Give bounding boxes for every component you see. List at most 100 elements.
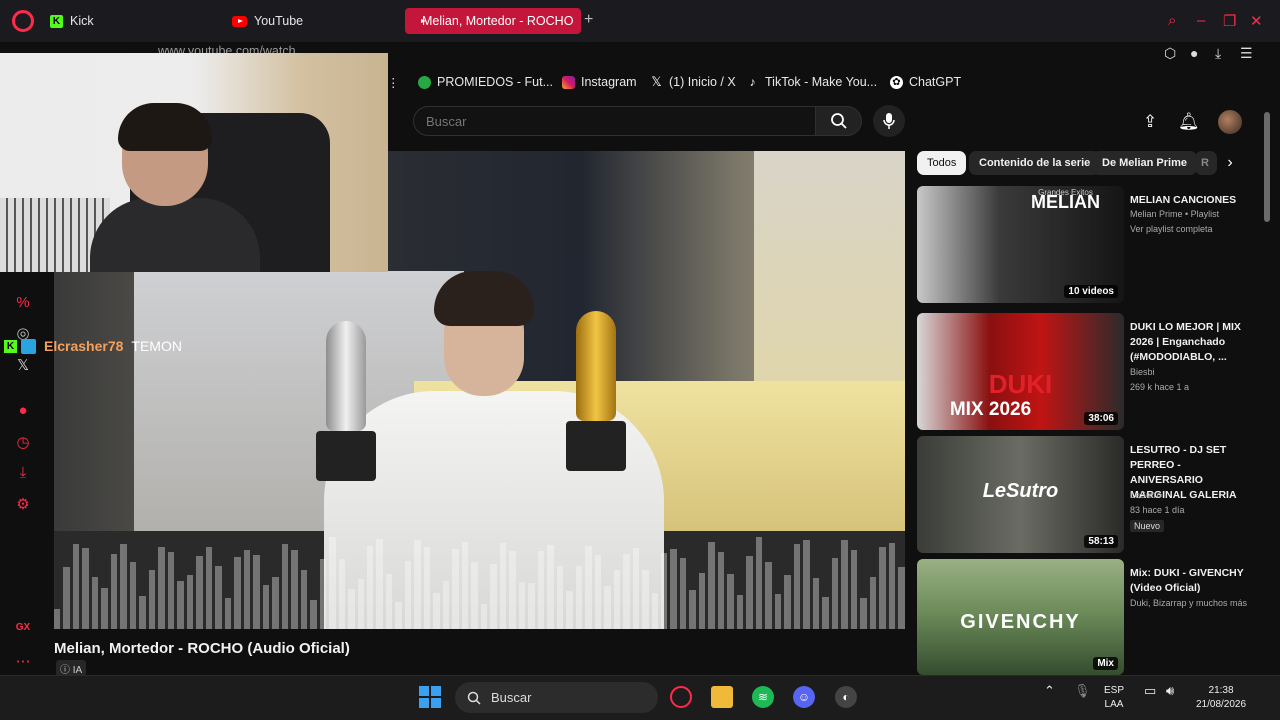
playlist-link[interactable]: Ver playlist completa	[1130, 224, 1255, 234]
recommendation-item[interactable]: DUKI MIX 2026 38:06 DUKI LO MEJOR | MIX …	[917, 313, 1257, 431]
recommendation-item[interactable]: LeSutro 58:13 LESUTRO - DJ SET PERREO - …	[917, 436, 1257, 554]
recommendation-item[interactable]: GIVENCHY Mix Mix: DUKI - GIVENCHY (Video…	[917, 559, 1257, 677]
app-icon[interactable]: ◐	[835, 686, 857, 708]
visualizer-bar	[850, 550, 858, 629]
microphone-icon	[883, 113, 895, 129]
visualizer-bar	[803, 540, 810, 629]
new-tab-button[interactable]: +	[584, 11, 593, 29]
chip-partial[interactable]: R	[1195, 151, 1217, 175]
recommendation-title[interactable]: DUKI LO MEJOR | MIX 2026 | Enganchado (#…	[1130, 320, 1255, 365]
visualizer-bar	[812, 577, 820, 629]
visualizer-bar	[898, 566, 905, 629]
chat-message-text: TEMON	[131, 338, 182, 354]
discord-icon[interactable]: ☺	[793, 686, 815, 708]
x-icon: 𝕏	[651, 74, 662, 89]
file-explorer-icon[interactable]	[711, 686, 733, 708]
visualizer-bar	[698, 572, 706, 629]
network-icon[interactable]: ▭	[1144, 684, 1156, 698]
youtube-search-button[interactable]	[815, 106, 862, 136]
extensions-icon[interactable]: ⬡	[1164, 45, 1176, 62]
tab-kick[interactable]: K Kick	[40, 8, 220, 34]
spotify-icon[interactable]: ≋	[752, 686, 774, 708]
minimize-icon[interactable]: –	[1197, 12, 1205, 29]
search-icon	[467, 691, 481, 705]
visualizer-bar	[831, 557, 839, 629]
visualizer-bar	[423, 547, 431, 629]
tab-youtube[interactable]: YouTube	[222, 8, 402, 34]
language-indicator[interactable]: ESP LAA	[1104, 684, 1124, 712]
bookmark-promiedos[interactable]: PROMIEDOS - Fut...	[418, 75, 553, 89]
silver-figure	[326, 321, 366, 431]
video-thumbnail[interactable]: Grandes Exitos MELIAN 10 videos	[917, 186, 1124, 303]
video-thumbnail[interactable]: DUKI MIX 2026 38:06	[917, 313, 1124, 430]
opera-gx-taskbar-icon[interactable]	[670, 686, 692, 708]
notifications-bell-icon[interactable]: 🔔︎	[1178, 112, 1200, 132]
opera-logo-icon[interactable]	[12, 10, 34, 32]
youtube-search-box[interactable]	[413, 106, 815, 136]
recommendation-title[interactable]: MELIAN CANCIONES	[1130, 193, 1255, 208]
close-icon[interactable]: ✕	[1250, 12, 1263, 30]
bookmark-label: Instagram	[581, 75, 637, 89]
visualizer-bar	[499, 543, 507, 629]
thumbnail-text: MELIAN	[1031, 192, 1100, 212]
settings-icon[interactable]: ⚙	[14, 495, 32, 513]
tab-label: Kick	[70, 14, 94, 28]
tab-active-video[interactable]: Melian, Mortedor - ROCHO	[405, 8, 581, 34]
taskbar-search[interactable]: Buscar	[455, 682, 658, 713]
chevron-right-icon[interactable]: ›	[1218, 151, 1242, 175]
bookmark-label: TikTok - Make You...	[765, 75, 878, 89]
bookmark-overflow[interactable]: ⋮	[387, 75, 400, 90]
bookmark-tiktok[interactable]: ♪ TikTok - Make You...	[746, 75, 878, 89]
upload-icon[interactable]: ⇪	[1143, 112, 1157, 132]
spotify-sidebar-icon[interactable]: ●	[14, 402, 32, 419]
maximize-icon[interactable]: ❐	[1223, 12, 1236, 30]
menu-icon[interactable]: ☰	[1240, 45, 1253, 62]
visualizer-bar	[281, 543, 289, 629]
visualizer-bar	[736, 594, 744, 629]
history-icon[interactable]: ◷	[14, 433, 32, 451]
bookmark-chatgpt[interactable]: ✿ ChatGPT	[890, 75, 961, 89]
profile-icon[interactable]: ●	[1190, 45, 1198, 61]
trophy-base	[566, 421, 626, 471]
visualizer-bar	[395, 601, 402, 629]
chip-contenido-serie[interactable]: Contenido de la serie	[969, 151, 1101, 175]
search-icon	[830, 113, 847, 129]
youtube-search-input[interactable]	[426, 114, 806, 129]
video-frame-hair	[434, 271, 534, 326]
visualizer-bar	[594, 554, 602, 629]
gx-icon[interactable]: GX	[14, 622, 32, 633]
downloads-sidebar-icon[interactable]: ⤓	[14, 464, 32, 481]
percent-icon[interactable]: %	[14, 294, 32, 311]
video-thumbnail[interactable]: GIVENCHY Mix	[917, 559, 1124, 675]
volume-icon[interactable]: 🔊︎	[1166, 684, 1174, 698]
visualizer-bar	[433, 592, 440, 629]
visualizer-bar	[452, 548, 459, 629]
visualizer-bar	[82, 548, 89, 629]
visualizer-bar	[632, 548, 640, 629]
visualizer-bar	[129, 562, 137, 629]
browser-window: K Kick YouTube Melian, Mortedor - ROCHO …	[0, 0, 1280, 677]
silver-trophy	[316, 321, 376, 481]
chevron-icon: ⋮	[387, 76, 400, 90]
scrollbar-thumb[interactable]	[1264, 112, 1270, 222]
tray-chevron-icon[interactable]: ⌃	[1044, 684, 1055, 698]
x-sidebar-icon[interactable]: 𝕏	[14, 356, 32, 374]
microphone-tray-icon[interactable]: 🎙︎	[1074, 684, 1091, 698]
account-avatar[interactable]	[1218, 110, 1242, 134]
video-thumbnail[interactable]: LeSutro 58:13	[917, 436, 1124, 553]
recommendation-item[interactable]: Grandes Exitos MELIAN 10 videos MELIAN C…	[917, 186, 1257, 304]
windows-start-icon[interactable]	[419, 686, 441, 708]
download-icon[interactable]: ⤓	[1215, 45, 1221, 62]
voice-search-button[interactable]	[873, 105, 905, 137]
chip-todos[interactable]: Todos	[917, 151, 967, 175]
recommendation-title[interactable]: Mix: DUKI - GIVENCHY (Video Oficial)	[1130, 566, 1255, 596]
taskbar-search-label: Buscar	[491, 690, 532, 705]
bookmark-instagram[interactable]: Instagram	[562, 75, 637, 89]
bookmark-x[interactable]: 𝕏 (1) Inicio / X	[650, 74, 735, 89]
clock[interactable]: 21:38 21/08/2026	[1196, 684, 1246, 712]
visualizer-bar	[461, 541, 469, 629]
visualizer-bar	[54, 609, 61, 629]
chip-de-melian-prime[interactable]: De Melian Prime	[1092, 151, 1197, 175]
more-icon[interactable]: ⋯	[14, 652, 32, 670]
search-tabs-icon[interactable]: ⌕	[1168, 12, 1176, 29]
